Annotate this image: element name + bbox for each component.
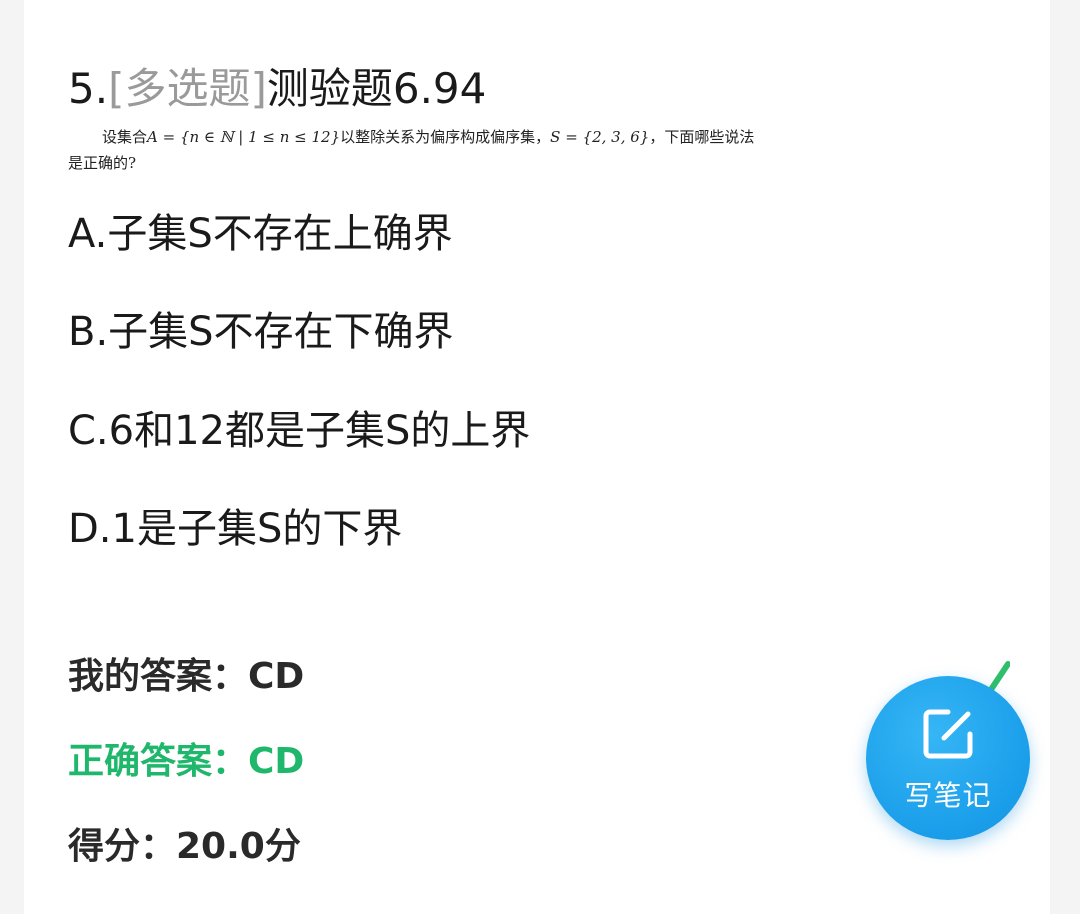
correct-answer: 正确答案：CD [68, 741, 305, 782]
option-b[interactable]: B.子集S不存在下确界 [68, 304, 454, 360]
question-name: 测验题6.94 [266, 64, 487, 113]
question-type: [多选题] [108, 64, 267, 113]
stem-suffix: ，下面哪些说法 [649, 128, 755, 146]
write-note-button[interactable]: 写笔记 [866, 676, 1030, 840]
stem-middle: 以整除关系为偏序构成偏序集， [340, 128, 551, 146]
option-d[interactable]: D.1是子集S的下界 [68, 501, 402, 557]
my-answer: 我的答案：CD [68, 656, 305, 697]
score: 得分：20.0分 [68, 826, 301, 867]
write-note-label: 写笔记 [904, 779, 992, 812]
stem-set-a: A = {n ∈ ℕ | 1 ≤ n ≤ 12} [147, 128, 341, 146]
stem-line-2: 是正确的? [68, 154, 137, 172]
option-a[interactable]: A.子集S不存在上确界 [68, 206, 453, 262]
question-title: 5.[多选题]测验题6.94 [68, 60, 486, 118]
stem-prefix: 设集合 [102, 128, 148, 146]
option-c[interactable]: C.6和12都是子集S的上界 [68, 403, 530, 459]
stem-set-s: S = {2, 3, 6} [550, 128, 650, 146]
question-number: 5. [68, 64, 109, 113]
edit-note-icon [923, 709, 973, 759]
stem-line-1: 设集合A = {n ∈ ℕ | 1 ≤ n ≤ 12}以整除关系为偏序构成偏序集… [68, 124, 828, 150]
question-stem: 设集合A = {n ∈ ℕ | 1 ≤ n ≤ 12}以整除关系为偏序构成偏序集… [68, 124, 828, 176]
